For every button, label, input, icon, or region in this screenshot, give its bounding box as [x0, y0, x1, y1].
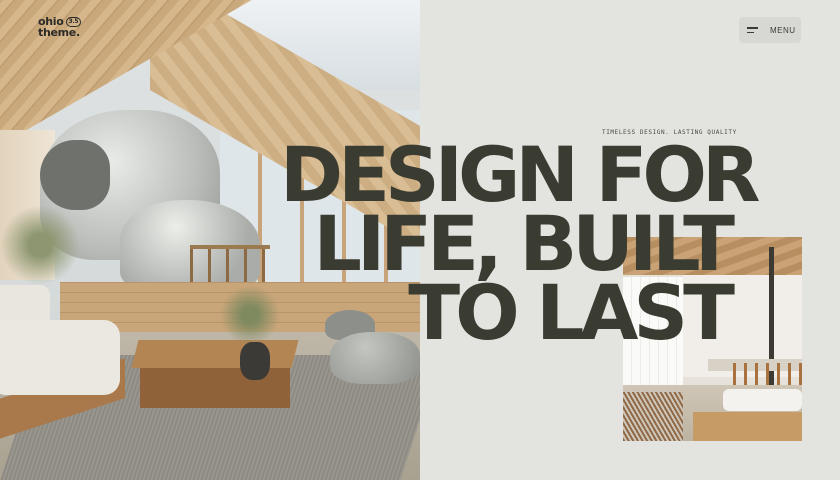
logo-line-2: theme. [38, 26, 80, 39]
inset-bench [693, 412, 802, 441]
menu-label: MENU [770, 25, 796, 35]
site-logo[interactable]: ohio 3.5 theme. [38, 16, 98, 46]
sofa-seat [0, 320, 120, 395]
inset-cushion [723, 389, 802, 411]
hero-headline: DESIGN FOR LIFE, BUILT TO LAST [280, 137, 761, 357]
vase [240, 342, 270, 380]
boulder-dark [40, 140, 110, 210]
table-plant [220, 285, 280, 345]
hamburger-icon [747, 27, 758, 33]
olive-tree [0, 205, 80, 285]
inset-floor-grille [623, 392, 683, 441]
headline-line-3: TO LAST [408, 268, 735, 357]
menu-button[interactable]: MENU [739, 17, 801, 43]
coffee-table-top [131, 340, 299, 368]
inset-chairs [733, 363, 802, 387]
